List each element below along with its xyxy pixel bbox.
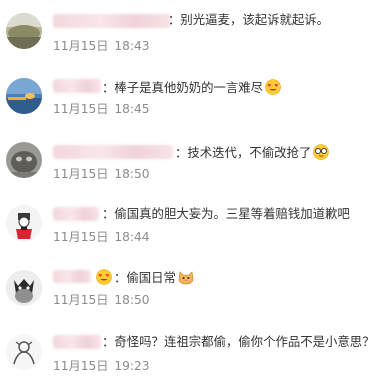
comment-time: 18:43 [114,39,150,53]
comment-text: ：棒子是真他奶奶的一言难尽 [102,79,281,96]
user-name-hidden[interactable] [53,207,99,221]
comment-item: ：棒子是真他奶奶的一言难尽 11月15日 18:45 [0,62,389,126]
user-name-hidden[interactable] [53,270,91,283]
comment-date: 11月15日 [53,230,109,244]
comment-text: ：奇怪吗？连祖宗都偷，偷你个作品不是小意思？ [102,334,375,349]
comment-date: 11月15日 [53,167,109,181]
comment-meta: 11月15日 18:50 [53,166,150,182]
comment-date: 11月15日 [53,102,109,116]
comment-item: ：偷国真的胆大妄为。三星等着赔钱加道歉吧 11月15日 18:44 [0,189,389,252]
comment-time: 19:23 [114,359,150,373]
cartoon-character-avatar [6,270,42,306]
heart-eyes-emoji [265,79,281,95]
comment-meta: 11月15日 18:50 [53,292,150,308]
comment-text: ：别光逼麦，该起诉就起诉。 [168,12,330,27]
comment-item: ：奇怪吗？连祖宗都偷，偷你个作品不是小意思？ 11月15日 19:23 [0,318,389,390]
cartoon-figure-avatar [6,205,42,241]
user-avatar[interactable] [6,334,42,370]
cat-emoji [178,269,194,285]
comment-meta: 11月15日 18:45 [53,101,150,117]
comment-text: ：技术迭代，不偷改抢了 [175,144,330,161]
user-avatar[interactable] [6,13,42,49]
comment-item: ：技术迭代，不偷改抢了 11月15日 18:50 [0,126,389,189]
comment-text: ：偷国日常 [96,269,194,286]
user-avatar[interactable] [6,142,42,178]
user-name-hidden[interactable] [53,145,173,159]
comment-date: 11月15日 [53,359,109,373]
sketch-figure-avatar [6,334,42,370]
user-avatar[interactable] [6,205,42,241]
comment-time: 18:45 [114,102,150,116]
gray-animal-avatar [6,142,42,178]
user-avatar[interactable] [6,78,42,114]
comment-time: 18:50 [114,167,150,181]
comment-meta: 11月15日 18:43 [53,38,150,54]
user-name-hidden[interactable] [53,79,101,93]
landscape-photo-avatar [6,13,42,49]
comment-text: ：偷国真的胆大妄为。三星等着赔钱加道歉吧 [102,206,350,221]
comment-date: 11月15日 [53,293,109,307]
glasses-emoji [313,144,330,160]
heart-eyes-emoji [96,269,112,285]
comment-meta: 11月15日 19:23 [53,358,150,374]
comment-meta: 11月15日 18:44 [53,229,150,245]
user-name-hidden[interactable] [53,335,101,349]
user-avatar[interactable] [6,270,42,306]
comment-time: 18:44 [114,230,150,244]
comment-date: 11月15日 [53,39,109,53]
user-name-hidden[interactable] [53,14,171,28]
comment-item: ：别光逼麦，该起诉就起诉。 11月15日 18:43 [0,0,389,62]
sunset-sea-avatar [6,78,42,114]
comment-time: 18:50 [114,293,150,307]
comment-item: ：偷国日常 11月15日 18:50 [0,252,389,318]
